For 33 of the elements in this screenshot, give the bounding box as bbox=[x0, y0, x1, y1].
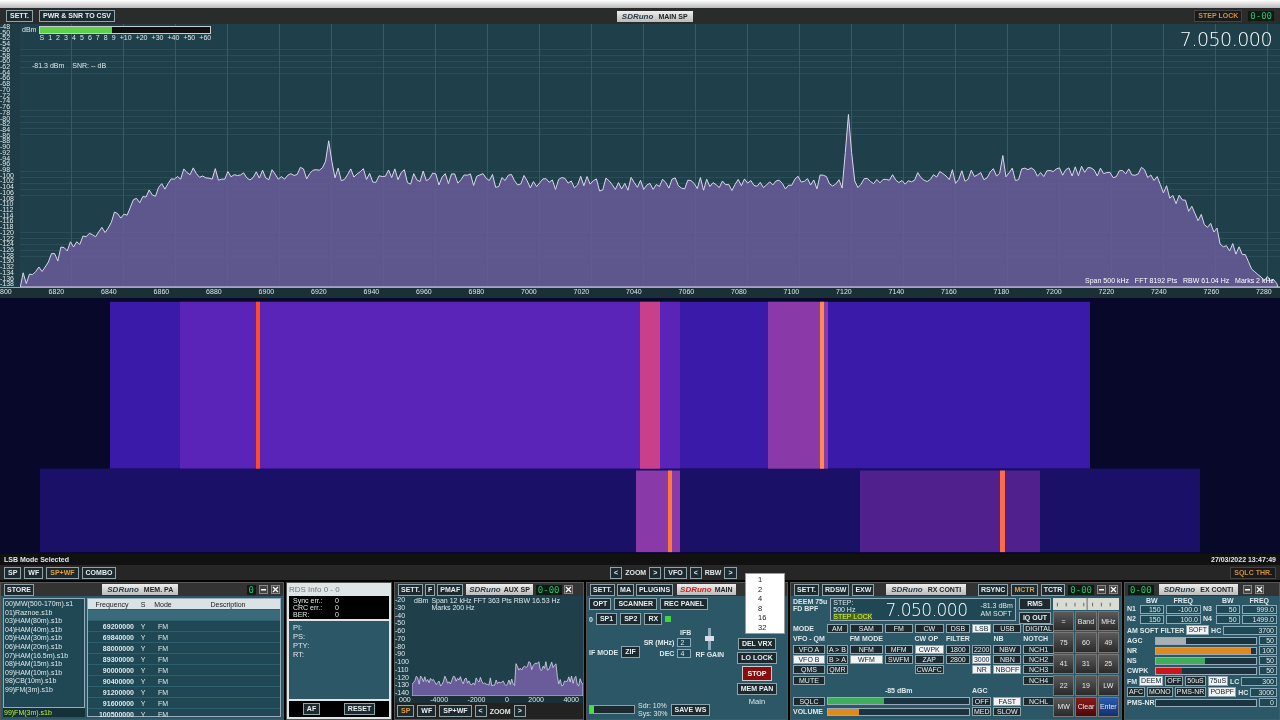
minimize-icon bbox=[260, 586, 267, 593]
close-icon bbox=[1110, 586, 1117, 593]
counter-display: 0-00 bbox=[535, 584, 562, 595]
close-icon bbox=[564, 586, 572, 593]
panel-title: RDS Info 0 - 0 bbox=[289, 585, 341, 594]
frequency-display: 7.050.000 bbox=[1179, 28, 1272, 50]
level-slider[interactable] bbox=[1155, 656, 1257, 665]
level-bar[interactable] bbox=[826, 707, 970, 716]
minimize-button[interactable] bbox=[1243, 585, 1253, 594]
close-icon bbox=[1256, 586, 1264, 593]
minimize-button[interactable] bbox=[259, 585, 268, 594]
slider-thumb[interactable] bbox=[705, 636, 715, 641]
minimize-icon bbox=[1098, 586, 1105, 593]
close-icon bbox=[272, 586, 279, 593]
close-button[interactable] bbox=[1109, 585, 1118, 594]
tuning-scale-drawing bbox=[1053, 598, 1119, 610]
level-slider[interactable] bbox=[1155, 636, 1257, 645]
vfo-frequency[interactable]: 7.050.000 bbox=[885, 599, 968, 620]
level-slider[interactable] bbox=[1155, 646, 1257, 655]
rf-gain-slider[interactable] bbox=[708, 628, 712, 650]
counter-display: 0-00 bbox=[1248, 11, 1274, 21]
counter-display: 0-00 bbox=[1128, 584, 1154, 595]
close-button[interactable] bbox=[1255, 585, 1265, 594]
status-indicator bbox=[665, 616, 672, 622]
level-slider[interactable] bbox=[1155, 666, 1257, 675]
level-slider[interactable] bbox=[1155, 698, 1257, 707]
level-bar[interactable] bbox=[826, 697, 970, 706]
counter-display: 0 bbox=[246, 584, 256, 595]
close-button[interactable] bbox=[271, 585, 280, 594]
close-button[interactable] bbox=[563, 585, 573, 594]
minimize-button[interactable] bbox=[1097, 585, 1106, 594]
counter-display: 0-00 bbox=[1068, 584, 1094, 595]
minimize-icon bbox=[1244, 586, 1252, 593]
